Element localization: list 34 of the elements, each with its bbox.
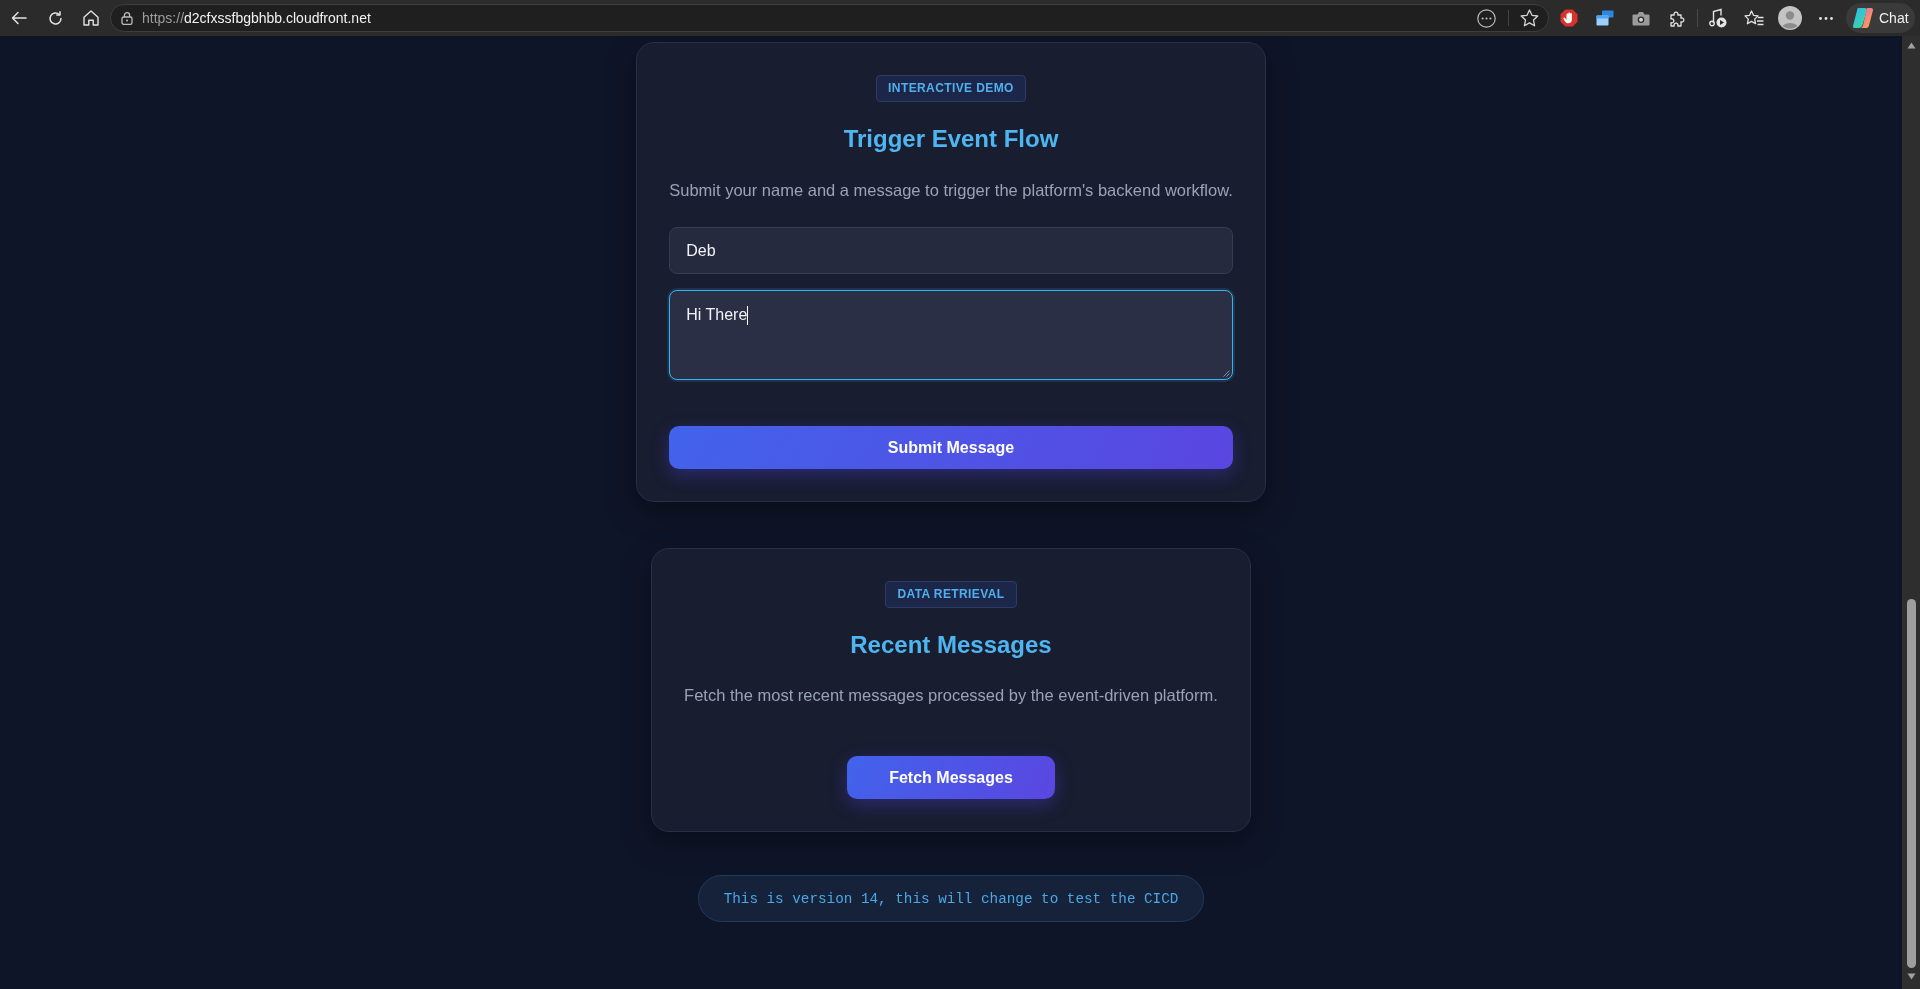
back-icon[interactable] bbox=[11, 11, 27, 25]
star-list-icon[interactable] bbox=[1744, 9, 1764, 27]
card-description: Submit your name and a message to trigger the platform's backend workflow. bbox=[669, 180, 1233, 201]
text-cursor-icon bbox=[747, 306, 749, 325]
up-triangle-icon[interactable] bbox=[1906, 42, 1916, 49]
more-icon[interactable] bbox=[1819, 16, 1833, 20]
resize-grip-icon[interactable] bbox=[1222, 370, 1230, 377]
down-triangle-icon[interactable] bbox=[1906, 973, 1916, 980]
colorful-logo-icon bbox=[1852, 7, 1874, 29]
card-title: Trigger Event Flow bbox=[842, 124, 1060, 154]
url-text: https://d2cfxssfbgbhbb.cloudfront.net bbox=[142, 10, 372, 26]
reload-icon[interactable] bbox=[47, 10, 63, 26]
fetch-button[interactable]: Fetch Messages bbox=[847, 756, 1055, 799]
section-tag: INTERACTIVE DEMO bbox=[876, 75, 1026, 102]
dots-circle-icon[interactable] bbox=[1477, 8, 1496, 28]
avatar-icon[interactable] bbox=[1778, 6, 1802, 30]
lock-icon bbox=[121, 11, 133, 25]
star-icon[interactable] bbox=[1520, 9, 1539, 27]
section-tag: DATA RETRIEVAL bbox=[885, 581, 1017, 608]
address-bar[interactable]: https://d2cfxssfbgbhbb.cloudfront.net bbox=[110, 4, 1549, 32]
scrollbar-thumb[interactable] bbox=[1907, 599, 1916, 968]
stacked-windows-icon[interactable] bbox=[1596, 10, 1614, 26]
home-icon[interactable] bbox=[83, 10, 99, 26]
card-title: Recent Messages bbox=[849, 630, 1053, 660]
chat-button[interactable]: Chat bbox=[1846, 3, 1915, 33]
text-input[interactable]: Deb bbox=[669, 227, 1233, 274]
hand-stop-icon[interactable] bbox=[1560, 9, 1578, 27]
music-note-icon[interactable] bbox=[1709, 8, 1727, 28]
textarea[interactable]: Hi There bbox=[669, 290, 1233, 380]
version-banner: This is version 14, this will change to test the CICD bbox=[697, 875, 1205, 922]
card-description: Fetch the most recent messages processed by the event-driven platform. bbox=[684, 685, 1218, 706]
camera-icon[interactable] bbox=[1632, 10, 1650, 26]
puzzle-piece-icon[interactable] bbox=[1668, 9, 1686, 27]
submit-button[interactable]: Submit Message bbox=[669, 426, 1233, 469]
